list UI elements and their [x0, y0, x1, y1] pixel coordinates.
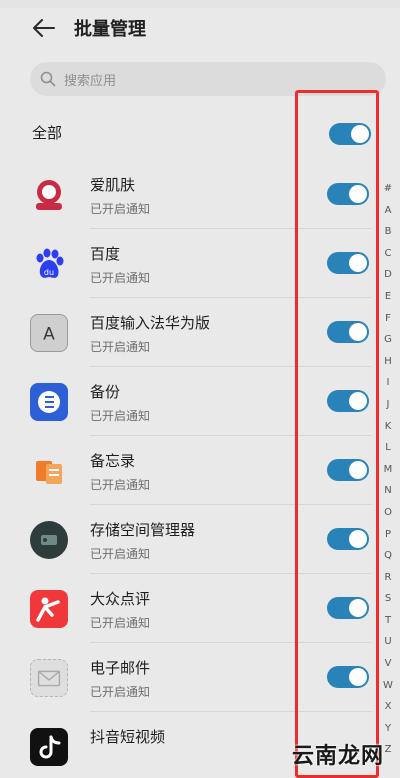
email-icon: [30, 659, 68, 697]
index-letter[interactable]: T: [381, 610, 395, 632]
index-letter[interactable]: B: [381, 221, 395, 243]
app-name: 电子邮件: [90, 659, 151, 677]
index-letter[interactable]: L: [381, 437, 395, 459]
select-all-label: 全部: [32, 124, 63, 142]
index-letter[interactable]: K: [381, 416, 395, 438]
index-letter[interactable]: U: [381, 631, 395, 653]
app-status: 已开启通知: [90, 271, 151, 285]
index-letter[interactable]: S: [381, 588, 395, 610]
app-name: 百度: [90, 245, 121, 263]
backup-icon: [30, 383, 68, 421]
app-name: 备忘录: [90, 452, 136, 470]
index-letter[interactable]: V: [381, 653, 395, 675]
app-status: 已开启通知: [90, 547, 151, 561]
app-status: 已开启通知: [90, 478, 151, 492]
app-name: 存储空间管理器: [90, 521, 196, 539]
index-letter[interactable]: O: [381, 502, 395, 524]
baidu-input-icon: A: [30, 314, 68, 352]
app-name: 爱肌肤: [90, 176, 136, 194]
alphabet-index[interactable]: # A B C D E F G H I J K L M N O P Q R S T U V W X Y Z: [381, 178, 395, 761]
index-letter[interactable]: M: [381, 459, 395, 481]
svg-text:A: A: [43, 325, 55, 345]
storage-icon: [30, 521, 68, 559]
index-letter[interactable]: Q: [381, 545, 395, 567]
app-name: 大众点评: [90, 590, 151, 608]
app-status: 已开启通知: [90, 685, 151, 699]
index-letter[interactable]: X: [381, 696, 395, 718]
douyin-icon: [30, 728, 68, 766]
app-status: 已开启通知: [90, 340, 151, 354]
app-name: 百度输入法华为版: [90, 314, 211, 332]
back-button[interactable]: [24, 8, 64, 48]
index-letter[interactable]: #: [381, 178, 395, 200]
header: 批量管理: [0, 0, 400, 56]
dianping-icon: [30, 590, 68, 628]
index-letter[interactable]: D: [381, 264, 395, 286]
svg-text:du: du: [44, 268, 54, 277]
highlight-box: [295, 90, 379, 778]
index-letter[interactable]: I: [381, 372, 395, 394]
search-icon: [40, 71, 56, 87]
index-letter[interactable]: A: [381, 200, 395, 222]
page-title: 批量管理: [74, 19, 146, 40]
index-letter[interactable]: N: [381, 480, 395, 502]
index-letter[interactable]: J: [381, 394, 395, 416]
baidu-paw-icon: du: [30, 245, 68, 283]
app-name: 抖音短视频: [90, 728, 166, 746]
index-letter[interactable]: W: [381, 675, 395, 697]
app-status: 已开启通知: [90, 202, 151, 216]
app-status: 已开启通知: [90, 616, 151, 630]
index-letter[interactable]: G: [381, 329, 395, 351]
search-placeholder: 搜索应用: [64, 73, 117, 89]
index-letter[interactable]: P: [381, 524, 395, 546]
watermark: 云南龙网: [292, 744, 385, 769]
aijifu-icon: [30, 176, 68, 214]
back-arrow-icon: [33, 19, 55, 37]
index-letter[interactable]: R: [381, 567, 395, 589]
index-letter[interactable]: Y: [381, 718, 395, 740]
app-name: 备份: [90, 383, 121, 401]
app-status: 已开启通知: [90, 409, 151, 423]
index-letter[interactable]: F: [381, 308, 395, 330]
index-letter[interactable]: E: [381, 286, 395, 308]
index-letter[interactable]: C: [381, 243, 395, 265]
index-letter[interactable]: H: [381, 351, 395, 373]
notes-icon: [30, 452, 68, 490]
